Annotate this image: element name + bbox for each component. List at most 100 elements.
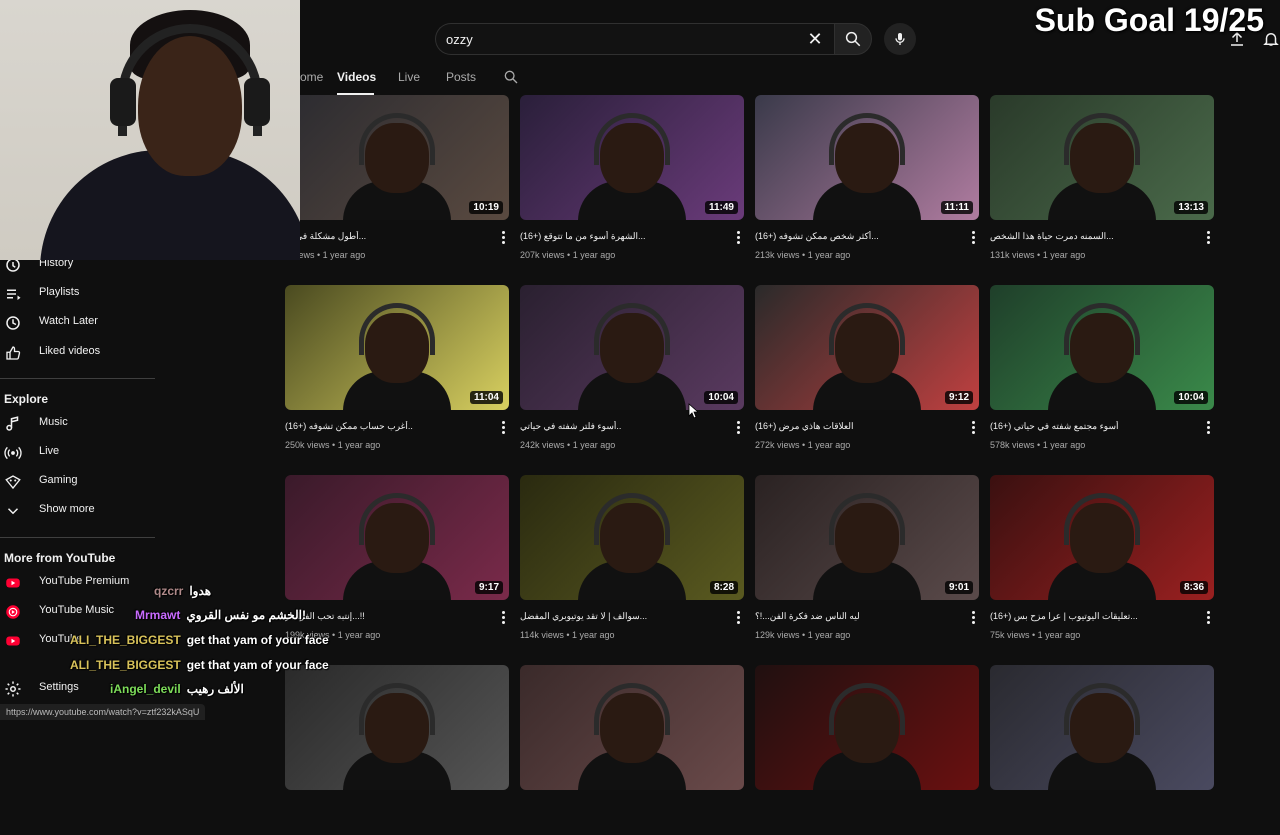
video-title[interactable]: (16+) أسوء مجتمع شفته في حياتي — [990, 421, 1190, 432]
video-card[interactable]: 11:11 (16+) أكثر شخص ممكن تشوفه... 213k vi… — [755, 95, 979, 265]
video-title[interactable]: (16+) أغرب حساب ممكن تشوفه.. — [285, 421, 485, 432]
video-card[interactable]: 13:13 السمنه دمرت حياة هذا الشخص... 131k v… — [990, 95, 1214, 265]
video-card[interactable] — [990, 665, 1214, 835]
video-thumbnail[interactable] — [755, 665, 979, 790]
video-thumbnail[interactable] — [520, 665, 744, 790]
video-title[interactable]: (16+) تعليقات اليوتيوب | عرا مزح بس... — [990, 611, 1190, 622]
search-button[interactable] — [834, 23, 872, 55]
video-card[interactable]: 10:04 (16+) أسوء مجتمع شفته في حياتي 578k … — [990, 285, 1214, 455]
more-actions-icon[interactable] — [500, 231, 506, 245]
more-actions-icon[interactable] — [735, 231, 741, 245]
video-card[interactable]: 8:28 سوالف | لا تقد يوتيوبري المفضل... 114… — [520, 475, 744, 645]
tab-live[interactable]: Live — [398, 70, 420, 84]
video-card[interactable]: 10:04 أسوء فلتر شفته في حياتي.. 242k views… — [520, 285, 744, 455]
video-metadata: 242k views • 1 year ago — [520, 440, 616, 450]
thumbnail-headset — [359, 683, 435, 735]
video-thumbnail[interactable]: 8:36 — [990, 475, 1214, 600]
chat-message: qzcrr هدوا — [154, 584, 211, 598]
video-thumbnail[interactable]: 9:01 — [755, 475, 979, 600]
thumbnail-headset — [594, 493, 670, 545]
video-card[interactable]: 9:12 (16+) العلاقات هاذي مرض 272k views • … — [755, 285, 979, 455]
video-card[interactable]: 11:49 (16+) الشهرة أسوء من ما تتوقع... 207… — [520, 95, 744, 265]
sidebar-item-live[interactable]: Live — [0, 440, 155, 466]
video-card[interactable]: 9:01 ليه الناس ضد فكرة الفن...!؟ 129k view… — [755, 475, 979, 645]
channel-search-icon[interactable] — [503, 69, 519, 85]
video-thumbnail[interactable]: 11:04 — [285, 285, 509, 410]
video-thumbnail[interactable]: 10:19 — [285, 95, 509, 220]
tab-home[interactable]: ome — [300, 70, 323, 84]
video-duration-badge: 11:49 — [704, 201, 738, 214]
more-actions-icon[interactable] — [970, 611, 976, 625]
more-actions-icon[interactable] — [1205, 611, 1211, 625]
chat-message: ALI_THE_BIGGEST get that yam of your face — [70, 633, 329, 647]
more-actions-icon[interactable] — [735, 611, 741, 625]
more-actions-icon[interactable] — [970, 421, 976, 435]
video-thumbnail[interactable]: 13:13 — [990, 95, 1214, 220]
video-title[interactable]: (16+) أكثر شخص ممكن تشوفه... — [755, 231, 955, 242]
explore-heading: Explore — [4, 392, 49, 406]
video-views: 578k views — [990, 440, 1035, 450]
video-thumbnail[interactable]: 9:17 — [285, 475, 509, 600]
sidebar-item-liked-videos[interactable]: Liked videos — [0, 340, 155, 366]
video-age: 1 year ago — [807, 630, 851, 640]
search-query-text[interactable]: ozzy — [446, 32, 473, 47]
clear-search-icon[interactable]: ✕ — [806, 28, 824, 50]
video-title[interactable]: ليه الناس ضد فكرة الفن...!؟ — [755, 611, 955, 622]
video-age: 1 year ago — [1042, 250, 1086, 260]
video-title[interactable]: سوالف | لا تقد يوتيوبري المفضل... — [520, 611, 720, 622]
sidebar-divider — [0, 378, 155, 379]
video-duration-badge: 9:12 — [944, 391, 973, 404]
chat-text: الألف رهيب — [186, 682, 244, 696]
more-actions-icon[interactable] — [500, 421, 506, 435]
tab-videos[interactable]: Videos — [337, 70, 376, 84]
sidebar-item-watch-later[interactable]: Watch Later — [0, 310, 155, 336]
video-thumbnail[interactable] — [990, 665, 1214, 790]
video-thumbnail[interactable] — [285, 665, 509, 790]
video-card[interactable]: 9:17 إنتبه تحب الفراسر...!! 199k views • 1… — [285, 475, 509, 645]
video-card[interactable] — [285, 665, 509, 835]
chat-message: iAngel_devil الألف رهيب — [110, 682, 244, 696]
thumbs-up-icon — [6, 346, 21, 360]
more-actions-icon[interactable] — [970, 231, 976, 245]
voice-search-button[interactable] — [884, 23, 916, 55]
search-input[interactable]: ozzy — [435, 23, 835, 55]
video-thumbnail[interactable]: 9:12 — [755, 285, 979, 410]
video-card[interactable]: 8:36 (16+) تعليقات اليوتيوب | عرا مزح بس.… — [990, 475, 1214, 645]
video-card[interactable] — [755, 665, 979, 835]
more-actions-icon[interactable] — [1205, 421, 1211, 435]
sidebar-item-playlists[interactable]: Playlists — [0, 281, 155, 307]
video-duration-badge: 11:11 — [940, 201, 973, 214]
chat-username: qzcrr — [154, 584, 184, 598]
chat-message: ALI_THE_BIGGEST get that yam of your face — [70, 658, 329, 672]
sidebar-show-more[interactable]: Show more — [0, 498, 155, 524]
video-title[interactable]: (16+) الشهرة أسوء من ما تتوقع... — [520, 231, 720, 242]
video-metadata: 207k views • 1 year ago — [520, 250, 616, 260]
video-thumbnail[interactable]: 8:28 — [520, 475, 744, 600]
video-thumbnail[interactable]: 11:49 — [520, 95, 744, 220]
video-age: 1 year ago — [322, 250, 366, 260]
headset-ear-left — [110, 78, 136, 126]
video-duration-badge: 10:19 — [469, 201, 503, 214]
sidebar-item-music[interactable]: Music — [0, 411, 155, 437]
tab-posts[interactable]: Posts — [446, 70, 476, 84]
sidebar: History Playlists Watch Later Liked vide… — [0, 256, 155, 720]
video-title[interactable]: إنتبه تحب الفراسر...!! — [285, 611, 485, 622]
more-actions-icon[interactable] — [1205, 231, 1211, 245]
video-thumbnail[interactable]: 10:04 — [520, 285, 744, 410]
more-actions-icon[interactable] — [735, 421, 741, 435]
sidebar-item-youtube-premium[interactable]: YouTube Premium — [0, 570, 155, 596]
video-title[interactable]: السمنه دمرت حياة هذا الشخص... — [990, 231, 1190, 242]
video-card[interactable] — [520, 665, 744, 835]
video-thumbnail[interactable]: 11:11 — [755, 95, 979, 220]
notifications-bell-icon[interactable] — [1262, 30, 1280, 48]
video-card[interactable]: 10:19أطول مشكلة في الـ...k views • 1 yea… — [285, 95, 509, 265]
video-card[interactable]: 11:04 (16+) أغرب حساب ممكن تشوفه.. 250k vi… — [285, 285, 509, 455]
video-title[interactable]: أسوء فلتر شفته في حياتي.. — [520, 421, 720, 432]
sidebar-item-gaming[interactable]: Gaming — [0, 469, 155, 495]
video-title[interactable]: أطول مشكلة في الـ... — [285, 231, 485, 242]
more-actions-icon[interactable] — [500, 611, 506, 625]
thumbnail-headset — [594, 683, 670, 735]
video-title[interactable]: (16+) العلاقات هاذي مرض — [755, 421, 955, 432]
sidebar-item-youtube-music[interactable]: YouTube Music — [0, 599, 155, 625]
video-thumbnail[interactable]: 10:04 — [990, 285, 1214, 410]
